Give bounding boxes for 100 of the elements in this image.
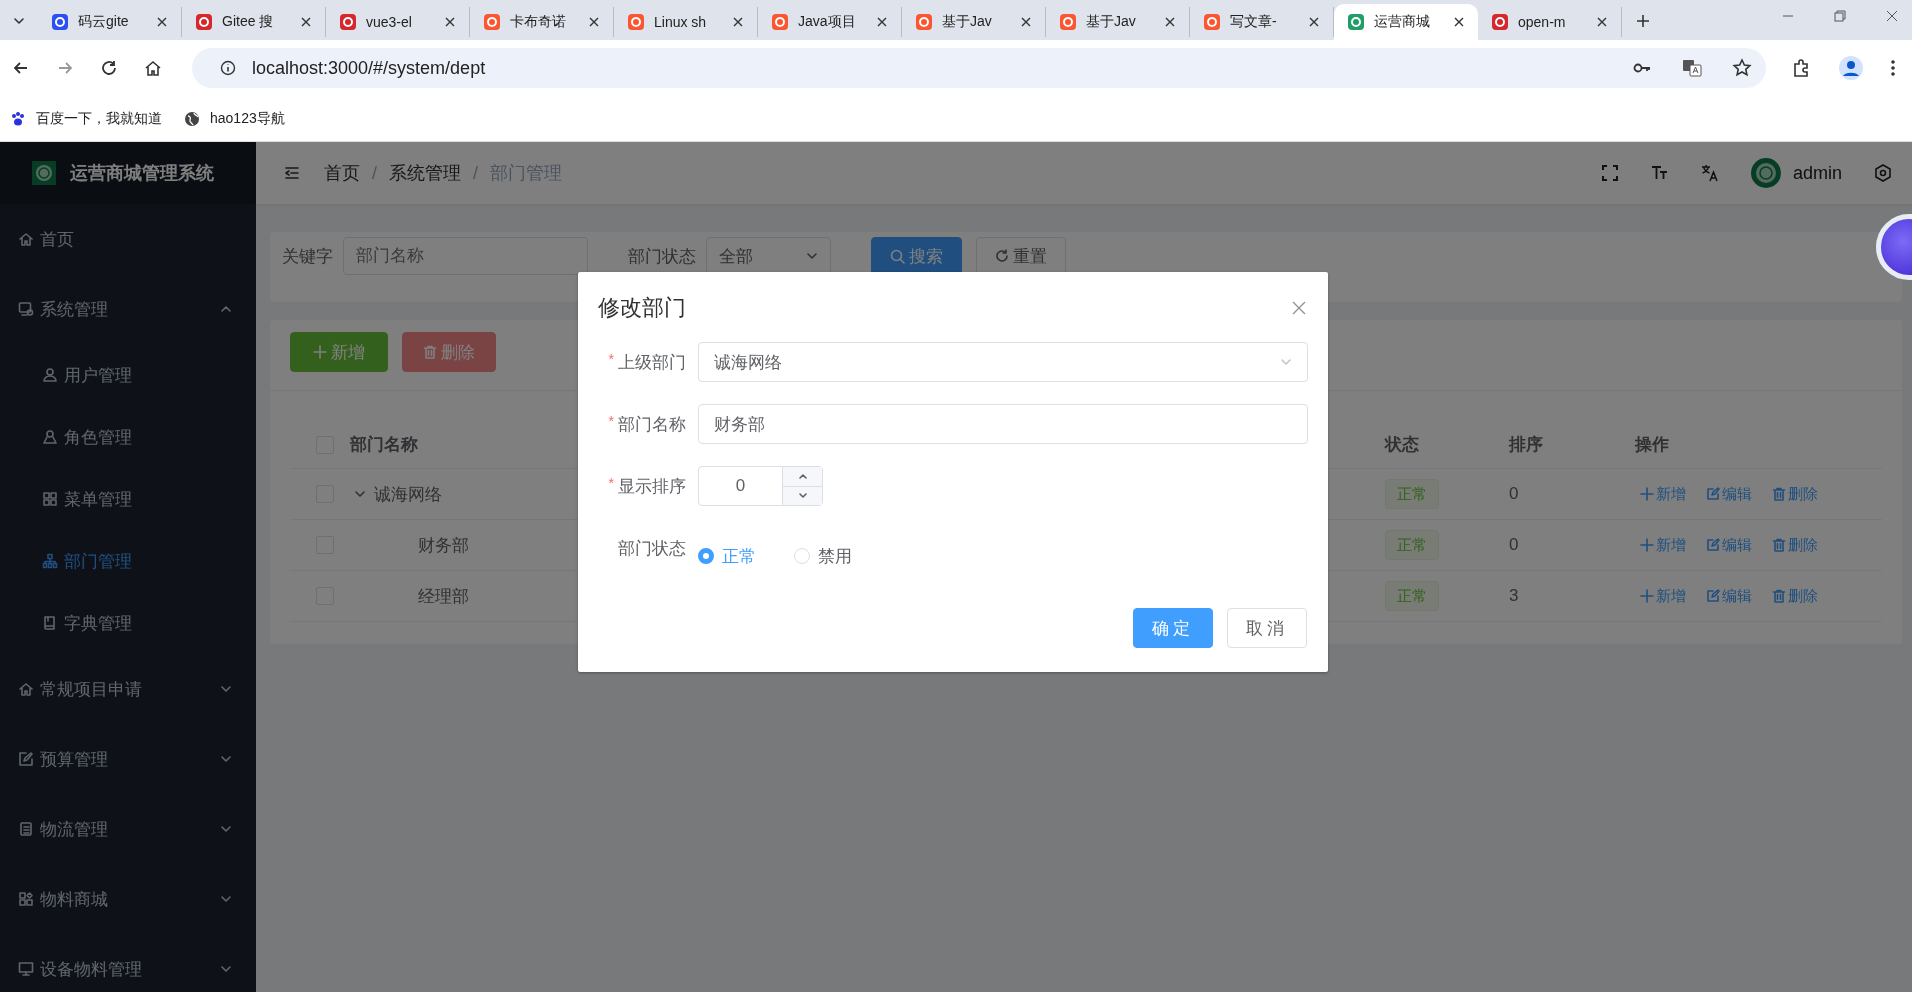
browser-tab[interactable]: 卡布奇诺 (470, 7, 614, 37)
translate-icon[interactable] (1682, 58, 1702, 78)
site-icon (1060, 14, 1076, 30)
bookmark[interactable]: 百度一下，我就知道 (10, 109, 162, 128)
trash-icon (1772, 589, 1786, 603)
browser-tab[interactable]: Java项目 (758, 7, 902, 37)
search-button[interactable]: 搜索 (871, 237, 962, 275)
decrement-icon[interactable] (797, 490, 808, 501)
user-name[interactable]: admin (1792, 162, 1842, 184)
search-icon (890, 248, 905, 264)
menu-item[interactable]: 常规项目申请 (0, 654, 256, 724)
browser-tab[interactable]: 码云gite (38, 7, 182, 37)
profile-icon[interactable] (1838, 55, 1864, 81)
radio-option[interactable]: 禁用 (794, 544, 852, 568)
action-link[interactable]: 删除 (1772, 586, 1818, 606)
close-icon[interactable] (1165, 17, 1175, 27)
menu-item[interactable]: 物料商城 (0, 864, 256, 934)
number-field[interactable]: 0 (698, 466, 823, 506)
settings-icon[interactable] (1874, 164, 1892, 182)
menu-item[interactable]: 预算管理 (0, 724, 256, 794)
browser-tab[interactable]: vue3-el (326, 7, 470, 37)
close-icon[interactable] (589, 17, 599, 27)
menu-item[interactable]: 首页 (0, 204, 256, 274)
breadcrumb-item[interactable]: 系统管理 (389, 161, 461, 185)
more-icon[interactable] (1890, 59, 1896, 77)
browser-tab[interactable]: 写文章- (1190, 7, 1334, 37)
tab-title: Linux sh (654, 14, 708, 30)
book-icon (42, 615, 58, 631)
browser-tab[interactable]: 基于Jav (1046, 7, 1190, 37)
new-tab-icon[interactable] (1636, 14, 1650, 28)
edit-icon (18, 751, 34, 767)
action-link[interactable]: 编辑 (1706, 484, 1752, 504)
menu-item[interactable]: 字典管理 (0, 592, 256, 654)
site-icon (196, 14, 212, 30)
restore-icon[interactable] (1834, 10, 1846, 22)
font-size-icon[interactable] (1650, 164, 1669, 182)
browser-tab[interactable]: 运营商城 (1334, 4, 1478, 40)
action-link[interactable]: 删除 (1772, 484, 1818, 504)
add-button[interactable]: 新增 (290, 332, 388, 372)
menu-item[interactable]: 部门管理 (0, 530, 256, 592)
address-bar[interactable]: localhost:3000/#/system/dept (192, 48, 1766, 88)
increment-icon[interactable] (797, 471, 808, 482)
menu-item[interactable]: 用户管理 (0, 344, 256, 406)
plus-icon (313, 345, 327, 359)
action-link[interactable]: 新增 (1640, 586, 1686, 606)
monitor-gear-icon (18, 301, 34, 317)
language-icon[interactable] (1700, 164, 1719, 182)
close-icon[interactable] (1021, 17, 1031, 27)
chevron-down-icon (220, 823, 232, 835)
close-icon[interactable] (1597, 17, 1607, 27)
breadcrumb-item[interactable]: 首页 (324, 161, 360, 185)
reload-icon[interactable] (100, 59, 118, 77)
menu-item[interactable]: 菜单管理 (0, 468, 256, 530)
collapse-menu-icon[interactable] (284, 165, 300, 181)
browser-tab[interactable]: open-m (1478, 7, 1622, 37)
browser-tab[interactable]: Gitee 搜 (182, 7, 326, 37)
close-icon[interactable] (301, 17, 311, 27)
table-cell-text: 财务部 (418, 534, 469, 557)
close-icon[interactable] (733, 17, 743, 27)
menu-item[interactable]: 设备物料管理 (0, 934, 256, 992)
close-icon[interactable] (157, 17, 167, 27)
close-icon[interactable] (1886, 10, 1898, 22)
star-icon[interactable] (1732, 58, 1752, 78)
action-link[interactable]: 新增 (1640, 535, 1686, 555)
cancel-button[interactable]: 取消 (1227, 608, 1307, 648)
fullscreen-icon[interactable] (1600, 164, 1619, 182)
avatar-icon[interactable] (1750, 158, 1781, 188)
menu-item[interactable]: 系统管理 (0, 274, 256, 344)
home-icon (18, 231, 34, 247)
close-icon[interactable] (1454, 17, 1464, 27)
close-icon[interactable] (445, 17, 455, 27)
table-cell: 3 (1509, 586, 1519, 606)
column-header: 状态 (1385, 434, 1419, 456)
tab-title: 基于Jav (942, 13, 993, 31)
close-icon[interactable] (877, 17, 887, 27)
search-field[interactable]: 部门名称 (343, 237, 588, 275)
table-cell-text: 诚海网络 (374, 483, 442, 506)
refresh-icon (995, 249, 1009, 263)
chevron-down-icon[interactable] (354, 488, 366, 500)
close-icon[interactable] (1309, 17, 1319, 27)
select-field[interactable]: 诚海网络 (698, 342, 1308, 382)
action-link[interactable]: 删除 (1772, 535, 1818, 555)
action-link[interactable]: 编辑 (1706, 586, 1752, 606)
home-icon[interactable] (144, 59, 162, 77)
tab-title: Gitee 搜 (222, 13, 275, 31)
info-icon[interactable] (220, 60, 236, 76)
menu-item[interactable]: 物流管理 (0, 794, 256, 864)
confirm-button[interactable]: 确定 (1133, 608, 1213, 648)
browser-tab[interactable]: Linux sh (614, 7, 758, 37)
browser-tab[interactable]: 基于Jav (902, 7, 1046, 37)
action-link[interactable]: 编辑 (1706, 535, 1752, 555)
menu-item[interactable]: 角色管理 (0, 406, 256, 468)
trash-icon (423, 345, 437, 359)
tab-title: 写文章- (1230, 13, 1278, 31)
chevron-down-icon (1280, 356, 1292, 368)
radio-option[interactable]: 正常 (698, 544, 756, 568)
input-field[interactable]: 财务部 (698, 404, 1308, 444)
action-link[interactable]: 新增 (1640, 484, 1686, 504)
bookmark[interactable]: hao123导航 (184, 109, 285, 128)
reset-button[interactable]: 重置 (976, 237, 1066, 275)
